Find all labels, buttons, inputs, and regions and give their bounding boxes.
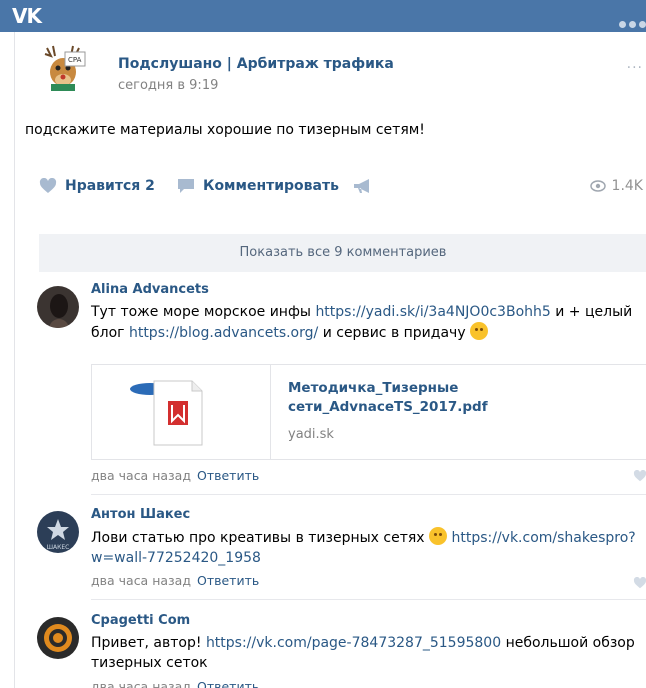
views-count: 1.4K (611, 178, 643, 194)
post-author[interactable]: Подслушано | Арбитраж трафика (118, 56, 394, 72)
comment-text: Лови статью про креативы в тизерных сетя… (91, 527, 646, 568)
more-dots-icon[interactable] (616, 13, 646, 32)
top-bar: VK (0, 0, 646, 32)
post-menu-icon[interactable]: ··· (627, 60, 643, 76)
comment-label: Комментировать (203, 178, 339, 194)
comment-meta: два часа назад Ответить (91, 468, 259, 483)
community-avatar[interactable]: CPA (37, 44, 89, 100)
comment-item: Alina Advancets Тут тоже море морское ин… (37, 282, 646, 483)
attachment-title[interactable]: Методичка_Тизерные сети_AdvnaceTS_2017.p… (288, 379, 508, 417)
post-text: подскажите материалы хорошие по тизерным… (25, 122, 425, 138)
reply-button[interactable]: Ответить (197, 679, 259, 688)
comment-item: Cpagetti Com Привет, автор! https://vk.c… (37, 613, 646, 688)
commenter-avatar[interactable] (37, 617, 79, 659)
attachment-domain: yadi.sk (288, 427, 334, 442)
comment-time[interactable]: два часа назад (91, 468, 191, 483)
comment-author[interactable]: Alina Advancets (91, 282, 209, 297)
comment-author[interactable]: Антон Шакес (91, 507, 190, 522)
eye-icon (589, 180, 606, 192)
reply-button[interactable]: Ответить (197, 573, 259, 588)
commenter-avatar[interactable] (37, 286, 79, 328)
comment-link[interactable]: https://blog.advancets.org/ (129, 325, 318, 341)
comment-meta: два часа назад Ответить (91, 679, 259, 688)
comment-author[interactable]: Cpagetti Com (91, 613, 190, 628)
comment-time[interactable]: два часа назад (91, 573, 191, 588)
comment-icon (178, 179, 194, 193)
views-counter: 1.4K (589, 178, 643, 194)
comment-link[interactable]: https://vk.com/page-78473287_51595800 (206, 635, 501, 651)
show-all-comments-button[interactable]: Показать все 9 комментариев (39, 234, 646, 272)
comment-item: ШАКЕС Антон Шакес Лови статью про креати… (37, 507, 646, 597)
like-label: Нравится (65, 178, 141, 194)
post-date[interactable]: сегодня в 9:19 (118, 78, 218, 93)
smile-emoji-icon (470, 322, 489, 340)
comment-divider (91, 599, 646, 600)
like-count: 2 (145, 178, 155, 194)
comment-meta: два часа назад Ответить (91, 573, 259, 588)
comment-like-icon[interactable] (633, 470, 646, 482)
reply-button[interactable]: Ответить (197, 468, 259, 483)
megaphone-icon (354, 179, 369, 193)
comment-text: Тут тоже море морское инфы https://yadi.… (91, 304, 633, 341)
post-card: CPA Подслушано | Арбитраж трафика сегодн… (14, 32, 646, 688)
comment-button[interactable]: Комментировать (177, 178, 339, 194)
commenter-avatar[interactable]: ШАКЕС (37, 511, 79, 553)
comment-time[interactable]: два часа назад (91, 679, 191, 688)
heart-icon (39, 178, 57, 193)
document-attachment[interactable]: Методичка_Тизерные сети_AdvnaceTS_2017.p… (91, 364, 646, 460)
svg-text:CPA: CPA (68, 56, 82, 64)
comment-text: Привет, автор! https://vk.com/page-78473… (91, 635, 635, 671)
share-button[interactable] (353, 178, 381, 194)
comment-divider (91, 494, 646, 495)
comment-like-icon[interactable] (633, 577, 646, 589)
svg-text:ШАКЕС: ШАКЕС (47, 544, 70, 551)
vk-logo[interactable]: VK (12, 4, 42, 28)
like-button[interactable]: Нравится 2 (39, 178, 155, 194)
wink-emoji-icon (429, 527, 448, 545)
pdf-document-icon (130, 380, 203, 446)
comment-link[interactable]: https://yadi.sk/i/3a4NJO0c3Bohh5 (315, 304, 550, 320)
